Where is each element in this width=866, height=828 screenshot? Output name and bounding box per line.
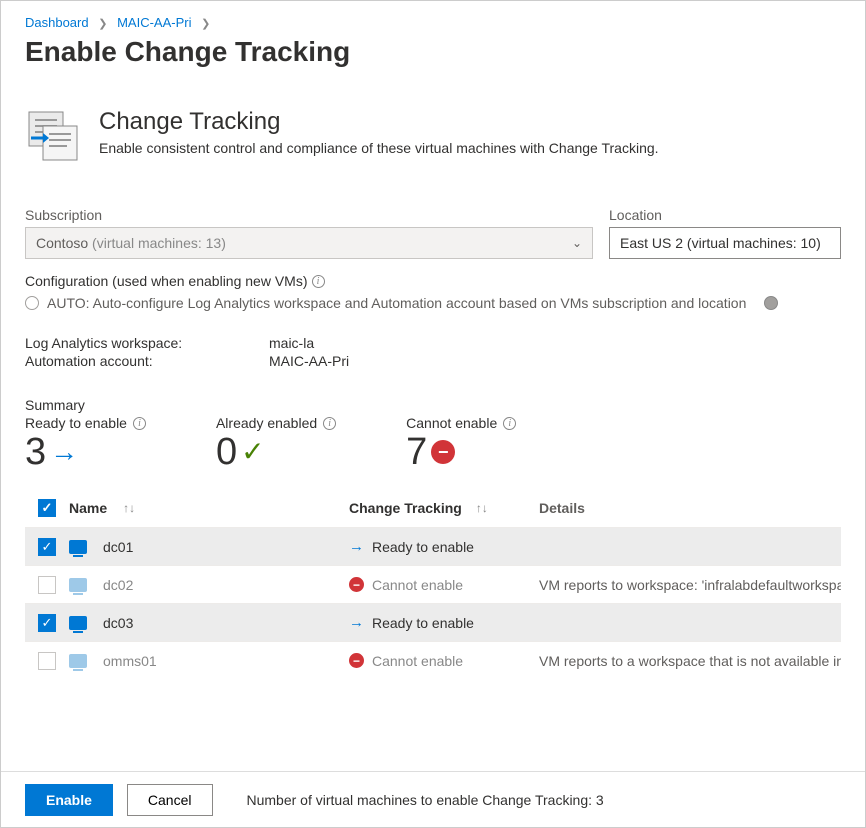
subscription-label: Subscription — [25, 207, 593, 223]
arrow-right-icon: → — [50, 438, 78, 466]
sort-icon[interactable]: ↑↓ — [476, 501, 488, 515]
location-select[interactable]: East US 2 (virtual machines: 10) — [609, 227, 841, 259]
checkmark-icon: ✓ — [241, 438, 264, 466]
workspace-value: maic-la — [269, 335, 314, 351]
feature-title: Change Tracking — [99, 108, 659, 136]
already-label: Already enabled — [216, 415, 317, 431]
page-title: Enable Change Tracking — [25, 36, 841, 68]
breadcrumb-parent[interactable]: MAIC-AA-Pri — [117, 15, 191, 30]
vm-icon — [69, 616, 87, 630]
chevron-right-icon: ❯ — [201, 18, 210, 30]
arrow-right-icon: → — [349, 538, 364, 555]
vm-name: dc01 — [103, 539, 133, 555]
feature-description: Enable consistent control and compliance… — [99, 140, 659, 156]
info-icon[interactable]: i — [503, 417, 516, 430]
status-text: Ready to enable — [372, 539, 474, 555]
column-tracking[interactable]: Change Tracking — [349, 500, 462, 516]
radio-auto[interactable] — [25, 296, 39, 310]
row-checkbox[interactable] — [38, 614, 56, 632]
workspace-label: Log Analytics workspace: — [25, 335, 269, 351]
vm-icon — [69, 654, 87, 668]
location-value: East US 2 (virtual machines: 10) — [620, 235, 821, 251]
info-icon[interactable]: i — [312, 275, 325, 288]
row-checkbox — [38, 576, 56, 594]
vm-icon — [69, 578, 87, 592]
row-checkbox — [38, 652, 56, 670]
minus-circle-icon: − — [431, 440, 455, 464]
summary-label: Summary — [25, 397, 841, 413]
vm-table: Name ↑↓ Change Tracking ↑↓ Details dc01 →… — [25, 489, 841, 679]
cannot-label: Cannot enable — [406, 415, 497, 431]
column-name[interactable]: Name — [69, 500, 107, 516]
vm-name: dc02 — [103, 577, 133, 593]
row-checkbox[interactable] — [38, 538, 56, 556]
radio-auto-label: AUTO: Auto-configure Log Analytics works… — [47, 295, 746, 311]
minus-circle-icon: − — [349, 577, 364, 592]
radio-other[interactable] — [764, 296, 778, 310]
change-tracking-icon — [25, 108, 81, 167]
breadcrumb-dashboard[interactable]: Dashboard — [25, 15, 89, 30]
cannot-count: 7 — [406, 433, 427, 471]
chevron-right-icon: ❯ — [98, 18, 107, 30]
table-row[interactable]: dc02 −Cannot enable VM reports to workspac… — [25, 565, 841, 603]
status-text: Cannot enable — [372, 653, 463, 669]
enable-button[interactable]: Enable — [25, 784, 113, 816]
table-row[interactable]: dc01 → Ready to enable — [25, 527, 841, 565]
status-text: Ready to enable — [372, 615, 474, 631]
breadcrumb: Dashboard ❯ MAIC-AA-Pri ❯ — [25, 15, 841, 30]
automation-label: Automation account: — [25, 353, 269, 369]
arrow-right-icon: → — [349, 614, 364, 631]
subscription-name: Contoso — [36, 235, 88, 251]
automation-value: MAIC-AA-Pri — [269, 353, 349, 369]
sort-icon[interactable]: ↑↓ — [123, 501, 135, 515]
ready-label: Ready to enable — [25, 415, 127, 431]
minus-circle-icon: − — [349, 653, 364, 668]
configuration-label: Configuration (used when enabling new VM… — [25, 273, 841, 289]
subscription-select: Contoso (virtual machines: 13) ⌄ — [25, 227, 593, 259]
details-text: VM reports to a workspace that is not av… — [539, 653, 841, 669]
vm-icon — [69, 540, 87, 554]
table-row[interactable]: dc03 → Ready to enable — [25, 603, 841, 641]
column-details[interactable]: Details — [539, 500, 585, 516]
location-label: Location — [609, 207, 841, 223]
details-text: VM reports to workspace: 'infralabdefaul… — [539, 577, 841, 593]
chevron-down-icon: ⌄ — [572, 236, 582, 250]
vm-name: dc03 — [103, 615, 133, 631]
select-all-checkbox[interactable] — [38, 499, 56, 517]
ready-count: 3 — [25, 433, 46, 471]
status-text: Cannot enable — [372, 577, 463, 593]
table-row[interactable]: omms01 −Cannot enable VM reports to a work… — [25, 641, 841, 679]
vm-name: omms01 — [103, 653, 157, 669]
already-count: 0 — [216, 433, 237, 471]
info-icon[interactable]: i — [133, 417, 146, 430]
footer-status: Number of virtual machines to enable Cha… — [247, 792, 604, 808]
cancel-button[interactable]: Cancel — [127, 784, 213, 816]
info-icon[interactable]: i — [323, 417, 336, 430]
